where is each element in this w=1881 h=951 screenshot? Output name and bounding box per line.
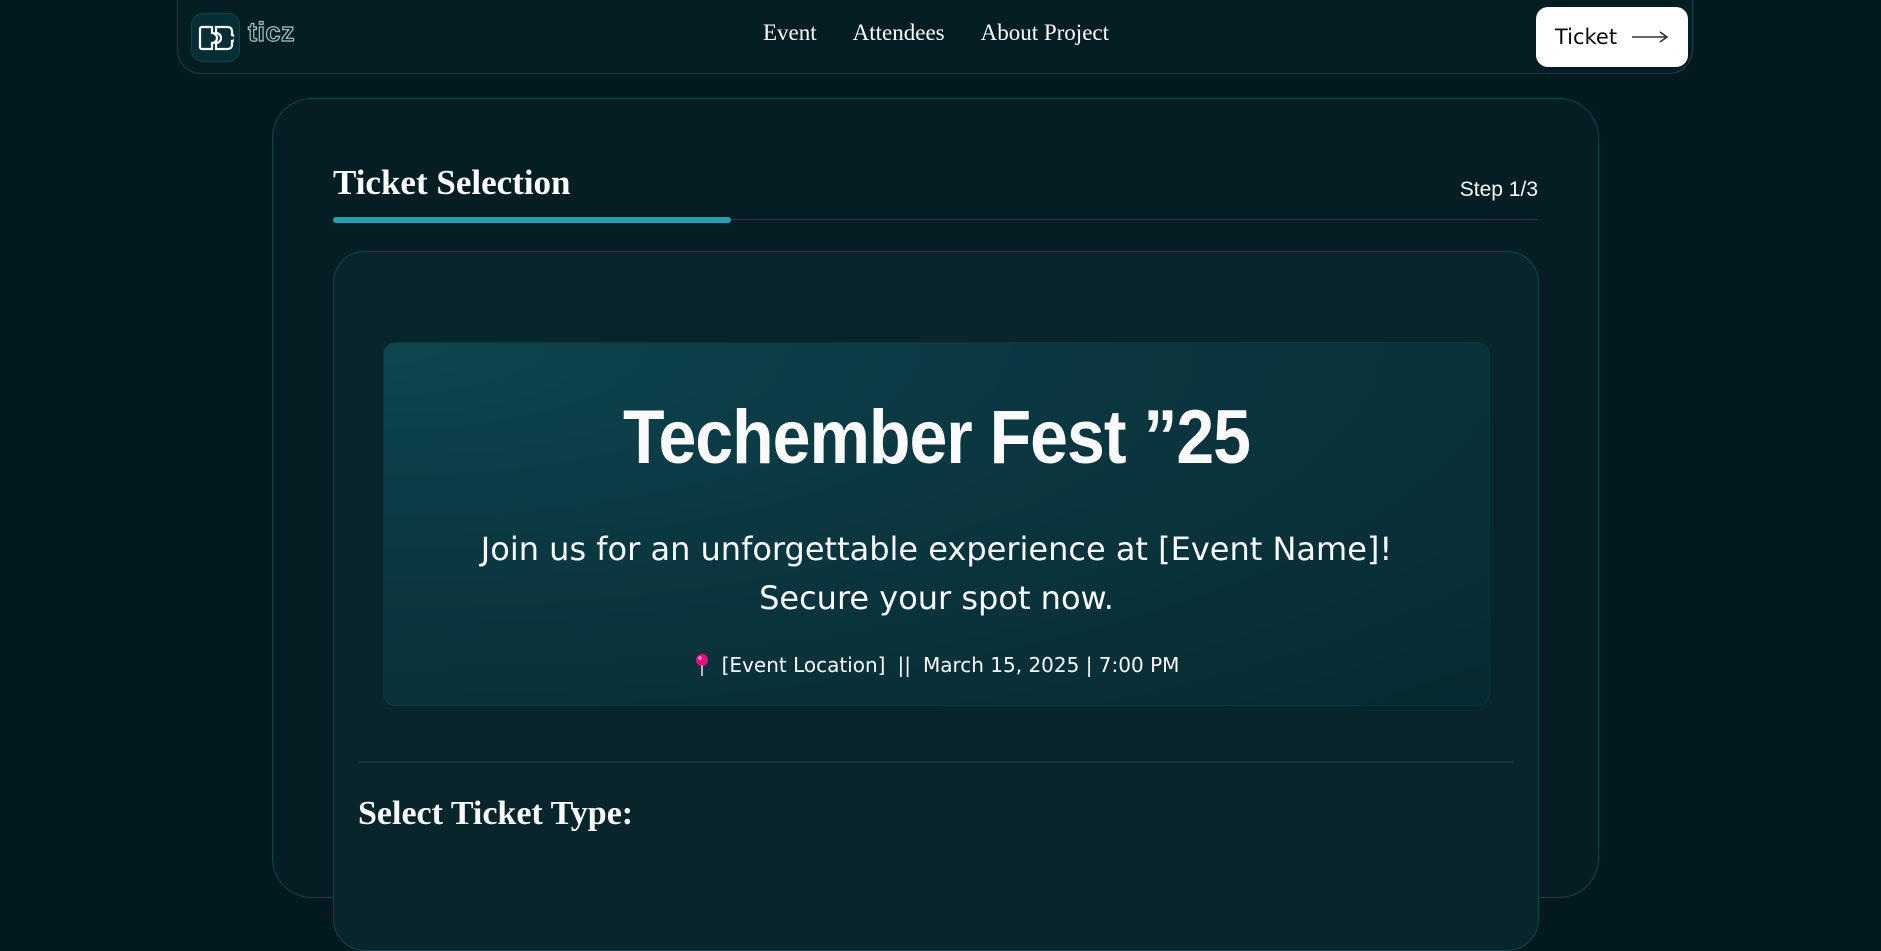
event-datetime: March 15, 2025 | 7:00 PM [922, 653, 1180, 677]
nav-link-event[interactable]: Event [763, 20, 817, 46]
nav-links: Event Attendees About Project [178, 20, 1692, 46]
ticket-button[interactable]: Ticket [1536, 7, 1688, 67]
meta-separator: || [897, 653, 911, 677]
nav-link-attendees[interactable]: Attendees [853, 20, 945, 46]
ticket-form-card: Techember Fest ”25 Join us for an unforg… [333, 251, 1539, 951]
select-ticket-type-label: Select Ticket Type: [358, 795, 634, 832]
arrow-right-icon [1632, 31, 1669, 43]
page-title: Ticket Selection [333, 163, 571, 202]
section-divider [358, 761, 1514, 763]
event-location: [Event Location] [721, 653, 886, 677]
location-pin-icon [695, 654, 708, 676]
step-indicator: Step 1/3 [1459, 178, 1538, 201]
event-meta: [Event Location] || March 15, 2025 | 7:0… [384, 653, 1489, 677]
ticket-selection-card: Ticket Selection Step 1/3 Techember Fest… [272, 98, 1599, 951]
ticket-button-label: Ticket [1554, 25, 1618, 49]
event-description: Join us for an unforgettable experience … [480, 530, 1393, 617]
progress-bar [333, 217, 731, 223]
event-title: Techember Fest ”25 [622, 394, 1251, 480]
event-hero-banner: Techember Fest ”25 Join us for an unforg… [383, 342, 1490, 706]
nav-link-about-project[interactable]: About Project [981, 20, 1109, 46]
navbar: ticz Event Attendees About Project Ticke… [177, 0, 1693, 74]
